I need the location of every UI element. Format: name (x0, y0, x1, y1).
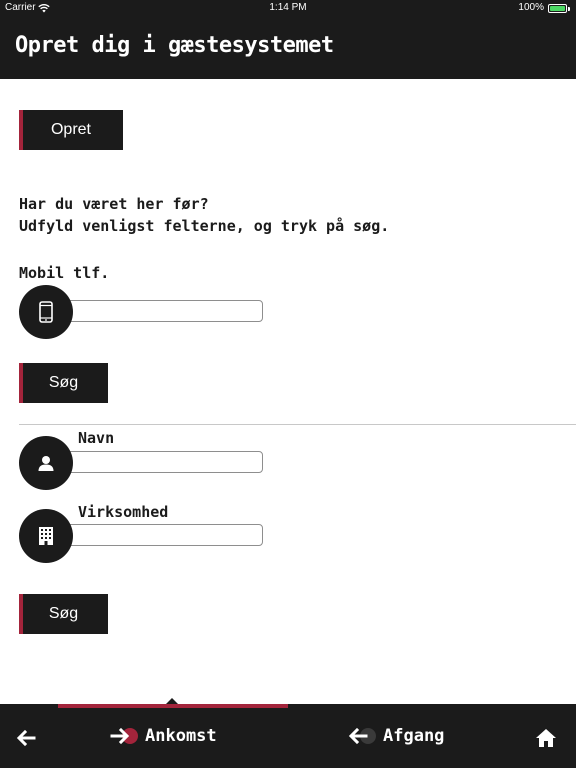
phone-icon (39, 301, 53, 323)
battery-percent: 100% (518, 2, 544, 13)
home-icon[interactable] (534, 726, 558, 750)
app-header: Opret dig i gæstesystemet (0, 16, 576, 79)
tab-departure[interactable]: Afgang (348, 704, 444, 768)
page-title: Opret dig i gæstesystemet (15, 33, 334, 58)
battery-icon (548, 4, 567, 13)
instructions-line-1: Har du været her før? (19, 195, 209, 213)
person-icon (38, 456, 54, 471)
company-label: Virksomhed (78, 503, 169, 521)
mobile-input[interactable] (66, 300, 263, 322)
bottom-nav: Ankomst Afgang (0, 698, 576, 768)
name-label: Navn (78, 429, 115, 447)
instructions-line-2: Udfyld venligst felterne, og tryk på søg… (19, 217, 390, 235)
name-input[interactable] (66, 451, 263, 473)
building-icon-badge (19, 509, 73, 563)
tab-arrival[interactable]: Ankomst (110, 704, 217, 768)
building-icon (39, 527, 53, 545)
person-icon-badge (19, 436, 73, 490)
tab-departure-label: Afgang (383, 726, 445, 746)
phone-icon-badge (19, 285, 73, 339)
search-instructions: Har du været her før? Udfyld venligst fe… (19, 193, 389, 237)
clock: 1:14 PM (269, 2, 307, 13)
search-button-2[interactable]: Søg (19, 594, 108, 634)
arrow-left-icon[interactable] (14, 726, 38, 750)
tab-arrival-label: Ankomst (145, 726, 217, 746)
search-button[interactable]: Søg (19, 363, 108, 403)
create-button[interactable]: Opret (19, 110, 123, 150)
battery-tip (568, 7, 570, 11)
company-input[interactable] (66, 524, 263, 546)
arrival-icon (110, 727, 138, 745)
status-bar: Carrier 1:14 PM 100% (0, 0, 576, 16)
departure-icon (348, 727, 376, 745)
mobile-label: Mobil tlf. (19, 264, 110, 282)
section-divider (19, 424, 576, 425)
